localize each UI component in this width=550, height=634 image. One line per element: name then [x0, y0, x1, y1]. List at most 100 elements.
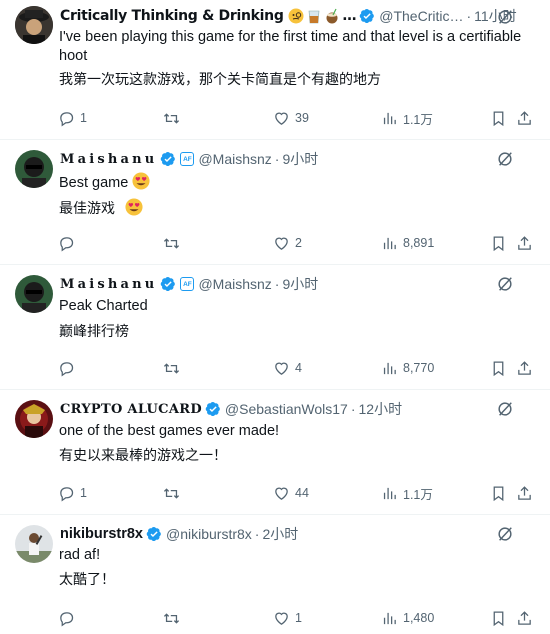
like-button[interactable]: 39: [273, 108, 309, 128]
reply-button[interactable]: [58, 233, 80, 253]
views-count: 8,770: [403, 361, 435, 375]
tweet-header: Maishanu AF @Maishsnz · 9小时: [60, 149, 540, 169]
like-button[interactable]: 4: [273, 358, 302, 378]
affiliate-badge[interactable]: AF: [180, 152, 195, 166]
tweet[interactable]: nikiburstr8x @nikiburstr8x · 2小时 rad af!…: [0, 515, 550, 634]
user-handle[interactable]: @Maishsnz: [198, 276, 271, 292]
verified-badge-icon: [161, 151, 176, 167]
affiliate-badge[interactable]: AF: [180, 277, 195, 291]
reply-feed: Critically Thinking & Drinking … @TheCri…: [0, 0, 550, 634]
bookmark-button[interactable]: [490, 358, 507, 378]
grok-icon[interactable]: [496, 150, 514, 168]
like-button[interactable]: 2: [273, 233, 302, 253]
views-button[interactable]: 1.1万: [381, 108, 433, 128]
like-count: 4: [295, 361, 302, 375]
user-handle[interactable]: @Maishsnz: [198, 151, 271, 167]
separator-dot: ·: [274, 276, 280, 292]
views-button[interactable]: 1,480: [381, 608, 434, 628]
timestamp[interactable]: 2小时: [262, 524, 298, 544]
like-button[interactable]: 1: [273, 608, 302, 628]
bookmark-button[interactable]: [490, 233, 507, 253]
avatar[interactable]: [15, 150, 53, 188]
retweet-button[interactable]: [163, 608, 185, 628]
heart-icon: [275, 362, 288, 375]
views-button[interactable]: 8,770: [381, 358, 434, 378]
grok-icon[interactable]: [496, 400, 514, 418]
tweet-translation: 最佳游戏: [59, 200, 115, 216]
grok-icon[interactable]: [496, 275, 514, 293]
avatar[interactable]: [15, 400, 53, 438]
retweet-button[interactable]: [163, 483, 185, 503]
views-button[interactable]: 1.1万: [381, 483, 433, 503]
like-count: 1: [295, 611, 302, 625]
avatar[interactable]: [15, 525, 53, 563]
separator-dot: ·: [254, 526, 260, 542]
tweet-translation: 我第一次玩这款游戏，那个关卡简直是个有趣的地方: [59, 71, 381, 87]
like-button[interactable]: 44: [273, 483, 309, 503]
tweet[interactable]: CRYPTO ALUCARD @SebastianWols17 · 12小时 o…: [0, 390, 550, 515]
retweet-button[interactable]: [163, 108, 185, 128]
tweet-text: Best game: [59, 175, 129, 191]
verified-badge-icon: [146, 526, 161, 542]
bookmark-icon: [493, 610, 504, 626]
retweet-button[interactable]: [163, 233, 185, 253]
action-bar: 1 39 1.1万: [58, 108, 538, 128]
user-handle[interactable]: @SebastianWols17: [225, 401, 348, 417]
user-handle[interactable]: @TheCritic…: [379, 8, 463, 24]
tweet[interactable]: Maishanu AF @Maishsnz · 9小时 Best game 最佳…: [0, 140, 550, 265]
display-name[interactable]: Maishanu: [60, 152, 157, 167]
views-chart-icon: [383, 362, 396, 374]
reply-button[interactable]: [58, 358, 80, 378]
reply-count: 1: [80, 486, 87, 500]
timestamp[interactable]: 9小时: [282, 274, 318, 294]
retweet-button[interactable]: [163, 358, 185, 378]
share-button[interactable]: [516, 233, 533, 253]
monocle-face-icon: [288, 8, 304, 24]
bookmark-icon: [493, 485, 504, 501]
heart-eyes-emoji-icon: [132, 172, 150, 190]
reply-icon: [60, 111, 74, 126]
tweet-text-line: Best game: [59, 172, 530, 193]
share-button[interactable]: [516, 358, 533, 378]
share-button[interactable]: [516, 608, 533, 628]
heart-icon: [275, 237, 288, 250]
bookmark-button[interactable]: [490, 608, 507, 628]
reply-button[interactable]: 1: [58, 108, 87, 128]
views-button[interactable]: 8,891: [381, 233, 434, 253]
emoji-group: [288, 8, 340, 24]
display-name[interactable]: Maishanu: [60, 277, 157, 292]
views-chart-icon: [383, 612, 396, 624]
display-name[interactable]: nikiburstr8x: [60, 526, 143, 542]
avatar[interactable]: [15, 275, 53, 313]
share-button[interactable]: [516, 483, 533, 503]
share-icon: [518, 485, 531, 500]
bookmark-button[interactable]: [490, 108, 507, 128]
share-button[interactable]: [516, 108, 533, 128]
tweet-text: rad af!: [59, 547, 101, 563]
avatar[interactable]: [15, 6, 53, 44]
verified-badge-icon: [205, 401, 220, 417]
glass-icon: [308, 10, 319, 24]
action-bar: 1 44 1.1万: [58, 483, 538, 503]
bookmark-button[interactable]: [490, 483, 507, 503]
reply-button[interactable]: [58, 608, 80, 628]
reply-icon: [60, 236, 74, 251]
tweet[interactable]: Maishanu AF @Maishsnz · 9小时 Peak Charted…: [0, 265, 550, 390]
timestamp[interactable]: 12小时: [359, 399, 403, 419]
tweet-text: Peak Charted: [59, 298, 148, 314]
like-count: 2: [295, 236, 302, 250]
bookmark-icon: [493, 235, 504, 251]
reply-count: 1: [80, 111, 87, 125]
tweet-translation-line: 最佳游戏: [59, 198, 530, 218]
display-name[interactable]: CRYPTO ALUCARD: [60, 402, 202, 417]
heart-icon: [275, 612, 288, 625]
grok-icon[interactable]: [496, 525, 514, 543]
reply-button[interactable]: 1: [58, 483, 87, 503]
display-name[interactable]: Critically Thinking & Drinking: [60, 8, 284, 24]
timestamp[interactable]: 9小时: [282, 149, 318, 169]
tweet[interactable]: Critically Thinking & Drinking … @TheCri…: [0, 0, 550, 140]
reply-icon: [60, 611, 74, 626]
reply-icon: [60, 486, 74, 501]
grok-icon[interactable]: [496, 8, 514, 26]
user-handle[interactable]: @nikiburstr8x: [166, 526, 252, 542]
